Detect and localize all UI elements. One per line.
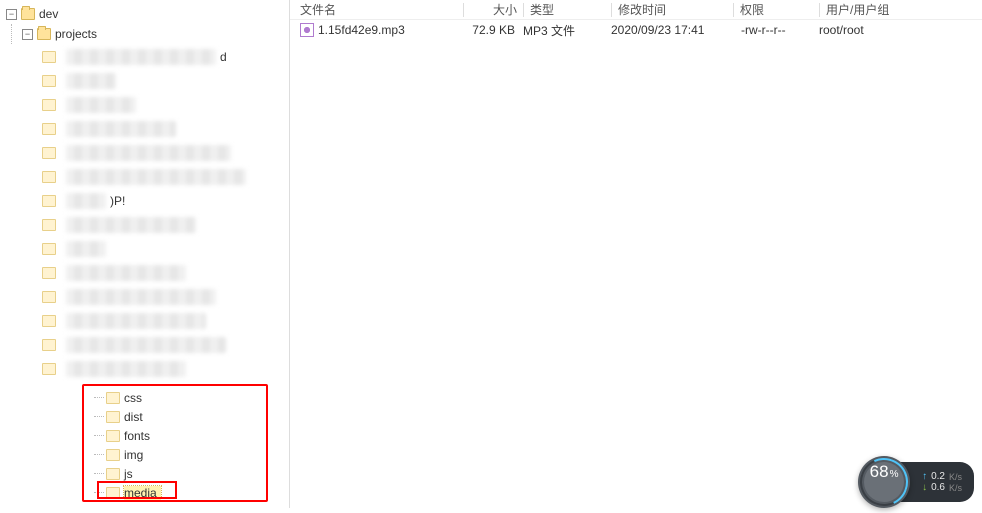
speed-readout: 68% ↑0.2K/s ↓0.6K/s <box>886 462 974 502</box>
folder-icon <box>42 51 56 63</box>
tree-node-fonts[interactable]: fonts <box>86 426 161 445</box>
file-owner: root/root <box>819 23 909 37</box>
folder-icon <box>106 411 120 423</box>
folder-icon <box>42 99 56 111</box>
subfolder-group: css dist fonts img js media <box>86 388 161 502</box>
tree-node-css[interactable]: css <box>86 388 161 407</box>
folder-icon <box>42 243 56 255</box>
column-header-name[interactable]: 文件名 <box>300 3 463 17</box>
folder-icon <box>106 487 120 499</box>
download-speed: 0.6 <box>931 482 945 493</box>
folder-icon <box>42 291 56 303</box>
folder-icon <box>106 468 120 480</box>
network-speed-widget[interactable]: 68% ↑0.2K/s ↓0.6K/s <box>886 462 974 502</box>
folder-icon <box>42 75 56 87</box>
tree-label: media <box>124 486 161 500</box>
file-type: MP3 文件 <box>523 22 611 39</box>
blurred-tree-items: d )P! <box>26 46 256 379</box>
column-header-type[interactable]: 类型 <box>523 3 611 17</box>
folder-icon <box>42 147 56 159</box>
arrow-down-icon: ↓ <box>922 482 927 493</box>
tree-node-dev[interactable]: − dev <box>6 4 289 24</box>
tree-label: dist <box>124 410 147 424</box>
file-size: 72.9 KB <box>463 23 523 37</box>
collapse-icon[interactable]: − <box>22 29 33 40</box>
folder-icon <box>42 195 56 207</box>
collapse-icon[interactable]: − <box>6 9 17 20</box>
tree-node-projects[interactable]: − projects <box>22 24 289 44</box>
folder-icon <box>42 363 56 375</box>
file-modified: 2020/09/23 17:41 <box>611 23 733 37</box>
folder-icon <box>42 171 56 183</box>
tree-node-img[interactable]: img <box>86 445 161 464</box>
tree-node-dist[interactable]: dist <box>86 407 161 426</box>
file-row[interactable]: 1.15fd42e9.mp3 72.9 KB MP3 文件 2020/09/23… <box>290 20 982 40</box>
tree-label: fonts <box>124 429 154 443</box>
folder-icon <box>106 392 120 404</box>
folder-icon <box>37 28 51 40</box>
column-header-size[interactable]: 大小 <box>463 3 523 17</box>
folder-icon <box>42 339 56 351</box>
folder-icon <box>21 8 35 20</box>
audio-file-icon <box>300 23 314 37</box>
tree-label: img <box>124 448 147 462</box>
tree-label-dev: dev <box>39 5 62 23</box>
column-header-modified[interactable]: 修改时间 <box>611 3 733 17</box>
arrow-up-icon: ↑ <box>922 471 927 482</box>
upload-speed: 0.2 <box>931 471 945 482</box>
tree-label: js <box>124 467 137 481</box>
folder-icon <box>42 315 56 327</box>
tree-label-projects: projects <box>55 25 101 43</box>
file-perm: -rw-r--r-- <box>733 23 819 37</box>
folder-icon <box>42 267 56 279</box>
file-name: 1.15fd42e9.mp3 <box>318 23 405 37</box>
tree-node-js[interactable]: js <box>86 464 161 483</box>
column-header-perm[interactable]: 权限 <box>733 3 819 17</box>
file-list-pane: 文件名 大小 类型 修改时间 权限 用户/用户组 1.15fd42e9.mp3 … <box>290 0 982 508</box>
tree-label: css <box>124 391 146 405</box>
column-header-owner[interactable]: 用户/用户组 <box>819 3 909 17</box>
folder-icon <box>106 430 120 442</box>
folder-icon <box>42 123 56 135</box>
tree-pane: − dev − projects d )P! css dist <box>0 0 290 508</box>
column-headers: 文件名 大小 类型 修改时间 权限 用户/用户组 <box>290 0 982 20</box>
speed-gauge: 68% <box>858 456 910 508</box>
folder-icon <box>42 219 56 231</box>
folder-icon <box>106 449 120 461</box>
tree-node-media[interactable]: media <box>86 483 161 502</box>
